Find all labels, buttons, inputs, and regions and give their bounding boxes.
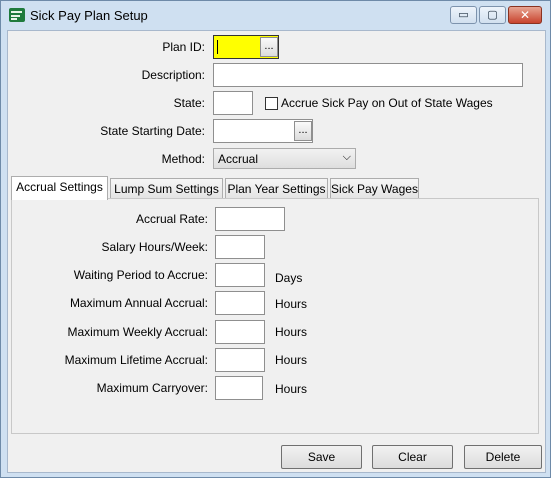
- close-button[interactable]: ✕: [508, 6, 542, 24]
- max-carryover-label: Maximum Carryover:: [96, 381, 208, 395]
- max-lifetime-label: Maximum Lifetime Accrual:: [64, 353, 208, 367]
- salary-hours-input[interactable]: [215, 235, 265, 259]
- description-label: Description:: [141, 68, 205, 82]
- accrue-out-of-state-checkbox[interactable]: [265, 97, 278, 110]
- maximize-button[interactable]: ▢: [479, 6, 506, 24]
- method-label: Method:: [161, 152, 205, 166]
- max-annual-unit: Hours: [275, 297, 308, 311]
- max-weekly-unit: Hours: [275, 325, 308, 339]
- salary-hours-label: Salary Hours/Week:: [101, 240, 208, 254]
- title-bar[interactable]: Sick Pay Plan Setup ▭ ▢ ✕: [1, 1, 550, 30]
- state-starting-date-label: State Starting Date:: [100, 124, 205, 138]
- max-carryover-unit: Hours: [275, 382, 308, 396]
- clear-button[interactable]: Clear: [372, 445, 453, 469]
- window: Sick Pay Plan Setup ▭ ▢ ✕ Plan ID: ... D…: [0, 0, 551, 478]
- chevron-down-icon: ⌵: [342, 151, 351, 163]
- dialog-body: Plan ID: ... Description: State: Accrue …: [7, 30, 546, 473]
- max-lifetime-input[interactable]: [215, 348, 265, 372]
- accrual-rate-input[interactable]: [215, 207, 285, 231]
- date-picker-button[interactable]: ...: [294, 121, 312, 141]
- window-title: Sick Pay Plan Setup: [30, 8, 148, 23]
- max-lifetime-unit: Hours: [275, 353, 308, 367]
- delete-button[interactable]: Delete: [464, 445, 542, 469]
- state-starting-date-input[interactable]: ...: [213, 119, 313, 143]
- accrual-settings-panel: Accrual Rate: Salary Hours/Week: Waiting…: [11, 198, 539, 434]
- max-annual-label: Maximum Annual Accrual:: [69, 296, 208, 310]
- max-weekly-label: Maximum Weekly Accrual:: [67, 325, 208, 339]
- plan-id-input[interactable]: ...: [213, 35, 279, 59]
- state-input[interactable]: [213, 91, 253, 115]
- plan-id-label: Plan ID:: [162, 40, 205, 54]
- max-annual-input[interactable]: [215, 291, 265, 315]
- maximize-icon: ▢: [487, 9, 498, 21]
- description-input[interactable]: [213, 63, 523, 87]
- max-weekly-input[interactable]: [215, 320, 265, 344]
- plan-id-lookup-button[interactable]: ...: [260, 37, 278, 57]
- waiting-period-label: Waiting Period to Accrue:: [73, 268, 208, 282]
- tab-accrual-settings[interactable]: Accrual Settings: [11, 176, 108, 200]
- minimize-button[interactable]: ▭: [450, 6, 477, 24]
- save-button[interactable]: Save: [281, 445, 362, 469]
- method-value: Accrual: [218, 152, 259, 166]
- accrual-rate-label: Accrual Rate:: [135, 212, 208, 226]
- waiting-period-unit: Days: [275, 271, 303, 285]
- method-select[interactable]: Accrual ⌵: [213, 148, 356, 169]
- max-carryover-input[interactable]: [215, 376, 263, 400]
- close-icon: ✕: [519, 8, 531, 22]
- tab-plan-year-settings[interactable]: Plan Year Settings: [225, 178, 328, 200]
- state-label: State:: [173, 96, 205, 110]
- tab-sick-pay-wages[interactable]: Sick Pay Wages: [330, 178, 419, 200]
- tab-lump-sum-settings[interactable]: Lump Sum Settings: [110, 178, 223, 200]
- accrue-out-of-state-label: Accrue Sick Pay on Out of State Wages: [281, 96, 493, 110]
- waiting-period-input[interactable]: [215, 263, 265, 287]
- text-cursor: [217, 40, 218, 54]
- minimize-icon: ▭: [458, 9, 469, 21]
- app-logo-icon: [9, 8, 25, 22]
